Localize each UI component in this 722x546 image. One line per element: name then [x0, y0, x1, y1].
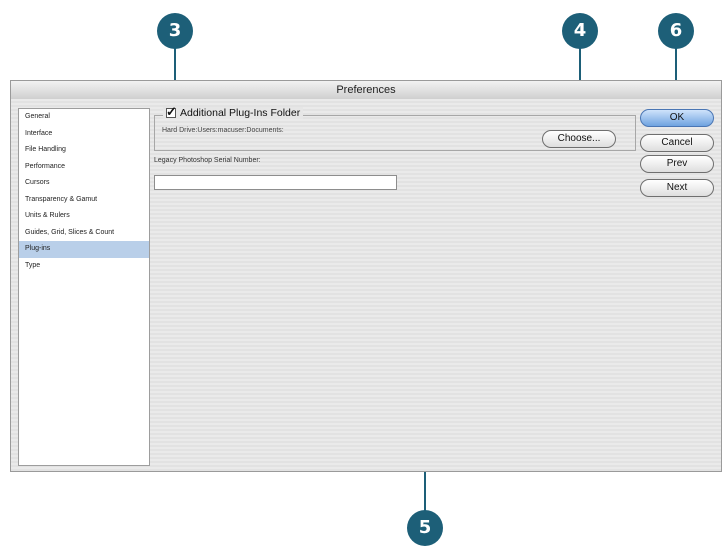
callout-5: 5: [407, 510, 443, 546]
preferences-content: General Interface File Handling Performa…: [11, 99, 721, 471]
preferences-window: Preferences General Interface File Handl…: [10, 80, 722, 472]
sidebar-item-guides-grid[interactable]: Guides, Grid, Slices & Count: [19, 225, 149, 242]
checkmark-icon: ✓: [166, 104, 177, 119]
callout-3: 3: [157, 13, 193, 49]
cancel-button[interactable]: Cancel: [640, 134, 714, 152]
preferences-sidebar: General Interface File Handling Performa…: [18, 108, 150, 466]
sidebar-item-file-handling[interactable]: File Handling: [19, 142, 149, 159]
prev-button[interactable]: Prev: [640, 155, 714, 173]
sidebar-item-type[interactable]: Type: [19, 258, 149, 275]
sidebar-item-cursors[interactable]: Cursors: [19, 175, 149, 192]
serial-number-label: Legacy Photoshop Serial Number:: [154, 157, 261, 164]
choose-button[interactable]: Choose...: [542, 130, 616, 148]
sidebar-item-performance[interactable]: Performance: [19, 159, 149, 176]
ok-button[interactable]: OK: [640, 109, 714, 127]
additional-plugins-row: ✓ Additional Plug-Ins Folder: [163, 104, 304, 119]
additional-plugins-checkbox[interactable]: ✓: [166, 104, 177, 119]
callout-4: 4: [562, 13, 598, 49]
additional-plugins-label: Additional Plug-Ins Folder: [180, 107, 301, 119]
sidebar-item-units-rulers[interactable]: Units & Rulers: [19, 208, 149, 225]
plugins-folder-path: Hard Drive:Users:macuser:Documents:: [162, 127, 284, 134]
sidebar-item-interface[interactable]: Interface: [19, 126, 149, 143]
window-title: Preferences: [11, 81, 721, 100]
sidebar-item-plugins[interactable]: Plug-ins: [19, 241, 149, 258]
sidebar-item-general[interactable]: General: [19, 109, 149, 126]
serial-number-input[interactable]: [154, 175, 397, 190]
sidebar-item-transparency-gamut[interactable]: Transparency & Gamut: [19, 192, 149, 209]
callout-6: 6: [658, 13, 694, 49]
next-button[interactable]: Next: [640, 179, 714, 197]
